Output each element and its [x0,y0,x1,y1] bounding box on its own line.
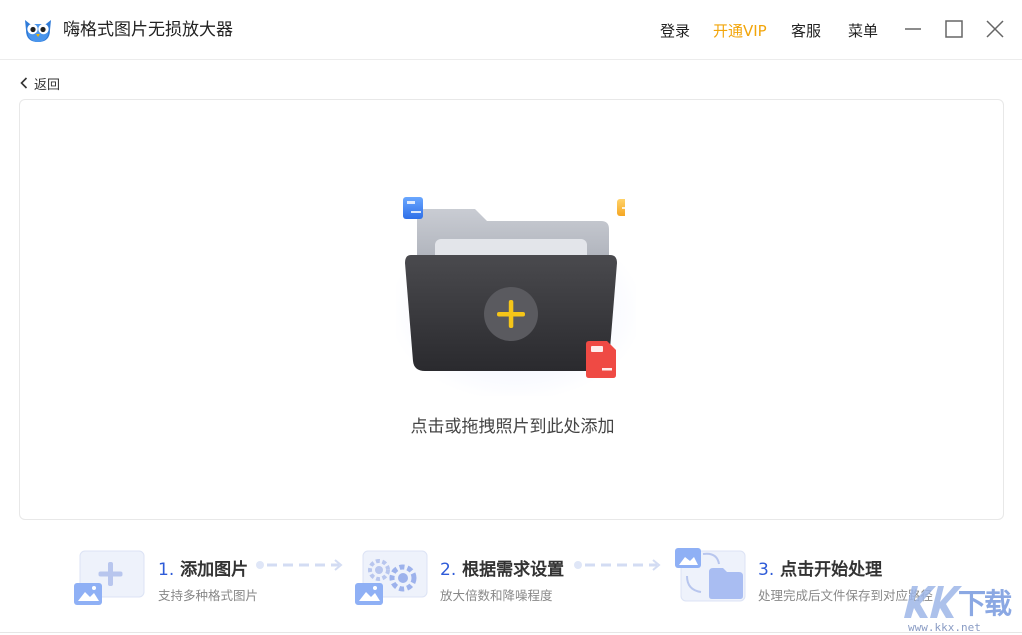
image-drop-zone[interactable]: 点击或拖拽照片到此处添加 [19,99,1004,520]
app-title: 嗨格式图片无损放大器 [63,20,233,40]
step-3-title: 3. 点击开始处理 [758,555,882,580]
customer-service-link[interactable]: 客服 [791,20,821,42]
menu-link[interactable]: 菜单 [848,20,878,42]
step-2-title-text: 根据需求设置 [462,560,565,580]
owl-logo-icon [25,20,51,42]
dashed-arrow-icon [256,559,343,571]
watermark-text: 下载 [958,587,1012,620]
step-1-title-text: 添加图片 [180,560,249,580]
back-label: 返回 [34,77,61,93]
watermark: 下载 www.kkx.net [898,578,1022,635]
png-file-icon [586,341,616,378]
watermark-url: www.kkx.net [908,621,981,634]
dashed-arrow-icon [574,559,661,571]
step-2-title: 2. 根据需求设置 [440,555,564,580]
login-link[interactable]: 登录 [660,20,690,42]
step-2-description: 放大倍数和降噪程度 [440,588,553,603]
step-3-number: 3. [758,560,775,580]
step-1-description: 支持多种格式图片 [158,588,259,603]
vip-link[interactable]: 开通VIP [713,20,767,42]
title-bar: 嗨格式图片无损放大器 登录 开通VIP 客服 菜单 [0,0,1022,60]
add-image-step-icon [74,550,145,605]
step-2-number: 2. [440,560,457,580]
chevron-left-icon [20,77,28,89]
settings-step-icon [355,550,428,605]
maximize-icon[interactable] [943,18,965,40]
drop-hint-text: 点击或拖拽照片到此处添加 [410,417,615,437]
step-1-number: 1. [158,560,175,580]
close-icon[interactable] [984,18,1006,40]
bottom-divider [0,632,1022,633]
minimize-icon[interactable] [902,18,924,40]
step-3-title-text: 点击开始处理 [780,560,883,580]
step-1-title: 1. 添加图片 [158,555,248,580]
process-step-icon [675,548,746,602]
back-button[interactable]: 返回 [20,73,60,93]
